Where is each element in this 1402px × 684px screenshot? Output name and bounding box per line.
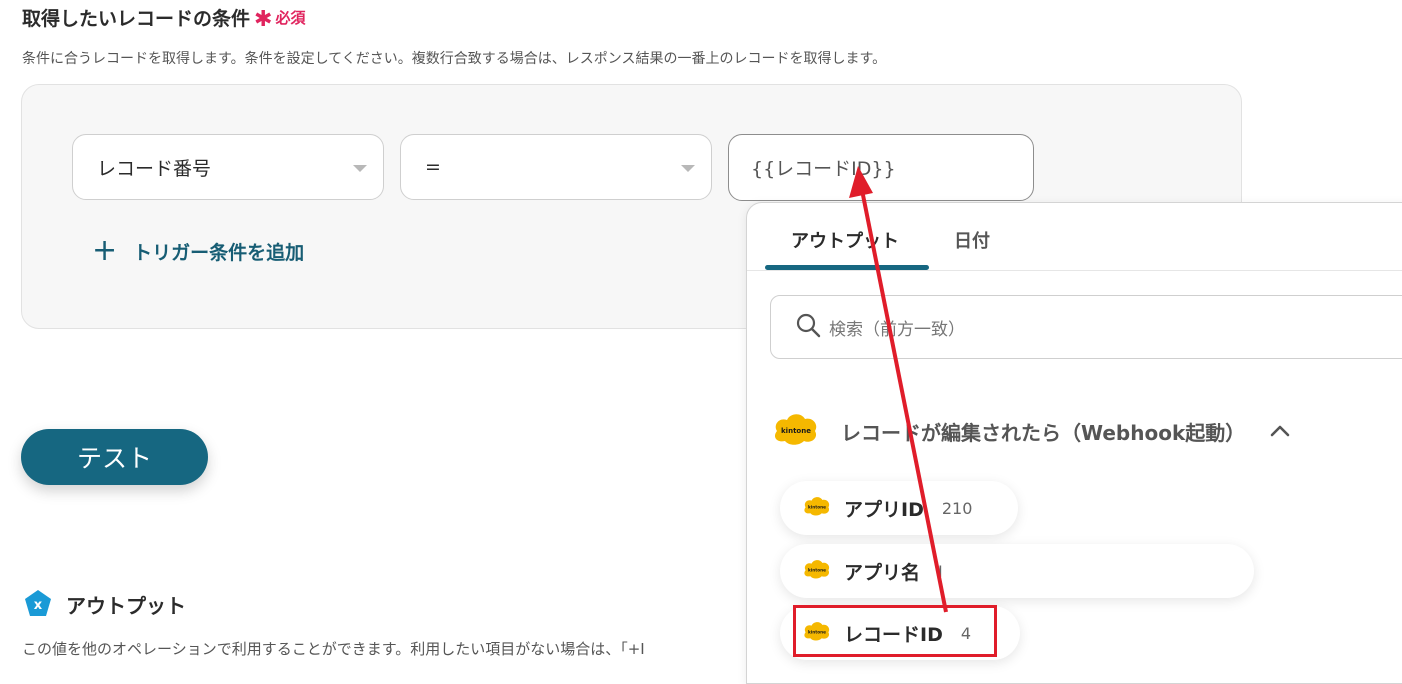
required-asterisk-icon: ✱ <box>254 7 273 32</box>
item-value: I <box>938 561 943 581</box>
test-button[interactable]: テスト <box>21 429 208 485</box>
item-name: アプリ名 <box>844 561 921 584</box>
chevron-down-icon <box>353 165 367 172</box>
section-description: 条件に合うレコードを取得します。条件を設定してください。複数行合致する場合は、レ… <box>22 51 887 67</box>
search-placeholder: 検索（前方一致） <box>829 319 965 340</box>
add-condition-label: トリガー条件を追加 <box>133 241 305 264</box>
tab-divider <box>747 270 1402 271</box>
kintone-logo-icon: kintone <box>802 558 832 584</box>
item-name: アプリID <box>844 498 924 521</box>
operator-select-value: = <box>425 156 441 178</box>
annotation-highlight-box <box>793 605 997 657</box>
svg-text:x: x <box>34 598 43 613</box>
required-label: 必須 <box>275 9 306 27</box>
group-title: レコードが編集されたら（Webhook起動） <box>841 420 1246 445</box>
chevron-up-icon[interactable] <box>1269 424 1291 438</box>
kintone-logo-icon: kintone <box>771 411 821 451</box>
plus-icon: + <box>92 233 118 268</box>
output-item-app-name[interactable]: kintone アプリ名 I <box>780 544 1254 598</box>
section-title-text: 取得したいレコードの条件 <box>22 8 251 30</box>
kintone-logo-icon: kintone <box>802 495 832 521</box>
field-select-value: レコード番号 <box>97 157 212 180</box>
group-header[interactable]: kintone レコードが編集されたら（Webhook起動） <box>771 411 1291 451</box>
tab-date[interactable]: 日付 <box>954 227 990 253</box>
section-title: 取得したいレコードの条件 ✱ 必須 <box>22 4 306 32</box>
tab-output[interactable]: アウトプット <box>791 227 899 253</box>
svg-text:kintone: kintone <box>808 567 826 572</box>
value-input[interactable]: {{レコードID}} <box>728 134 1034 201</box>
svg-text:kintone: kintone <box>781 427 811 435</box>
output-description: この値を他のオペレーションで利用することができます。利用したい項目がない場合は、… <box>22 640 645 658</box>
output-icon: x <box>22 588 54 620</box>
add-condition-button[interactable]: + トリガー条件を追加 <box>92 236 304 266</box>
item-value: 210 <box>941 498 973 518</box>
search-field[interactable]: 検索（前方一致） <box>770 295 1402 359</box>
operator-select[interactable]: = <box>400 134 712 200</box>
output-title: アウトプット <box>66 593 186 618</box>
chevron-down-icon <box>681 165 695 172</box>
search-icon <box>795 312 821 342</box>
field-select[interactable]: レコード番号 <box>72 134 384 200</box>
output-header: x アウトプット <box>22 588 186 620</box>
output-item-app-id[interactable]: kintone アプリID 210 <box>780 481 1018 535</box>
svg-text:kintone: kintone <box>808 504 826 509</box>
value-input-text: {{レコードID}} <box>751 158 896 180</box>
